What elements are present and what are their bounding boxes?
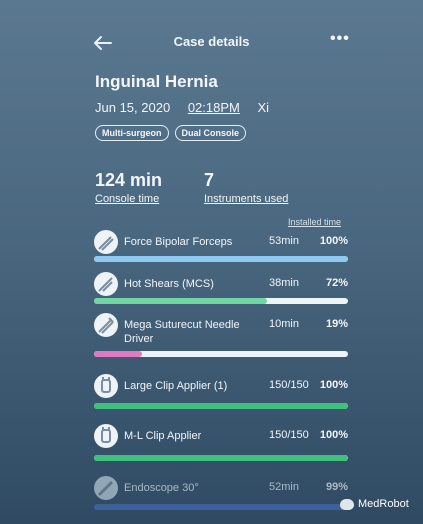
instrument-count: 150/150 — [269, 379, 309, 391]
usage-bar — [94, 351, 348, 357]
instrument-name: Endoscope 30° — [124, 482, 199, 494]
tag-dual-console[interactable]: Dual Console — [174, 125, 247, 141]
console-time-label[interactable]: Console time — [95, 193, 162, 205]
wechat-logo-icon — [340, 498, 354, 510]
usage-bar-fill — [94, 298, 267, 304]
case-time[interactable]: 02:18PM — [188, 100, 240, 115]
forceps-icon — [94, 230, 118, 254]
instrument-count: 150/150 — [269, 429, 309, 441]
usage-bar — [94, 256, 348, 262]
case-tags: Multi-surgeon Dual Console — [95, 125, 247, 141]
usage-bar — [94, 455, 348, 461]
instrument-percent: 19% — [325, 318, 348, 330]
instruments-count: 7 — [204, 170, 215, 190]
usage-bar — [94, 504, 348, 510]
case-meta: Jun 15, 2020 02:18PM Xi — [95, 100, 283, 115]
instruments-label[interactable]: Instruments used — [204, 193, 288, 205]
clip-applier-icon — [94, 424, 118, 448]
usage-bar-fill — [94, 351, 143, 357]
usage-bar-fill — [94, 256, 348, 262]
usage-bar — [94, 403, 348, 409]
shears-icon — [94, 272, 118, 296]
console-time-stat: 124 min Console time — [95, 170, 162, 205]
instrument-name: Mega Suturecut Needle Driver — [124, 319, 240, 345]
instrument-name: M-L Clip Applier — [124, 430, 202, 442]
clip-applier-icon — [94, 374, 118, 398]
usage-bar-fill — [94, 504, 348, 510]
more-options-icon[interactable]: ••• — [330, 30, 350, 48]
instrument-time: 52min — [269, 481, 299, 493]
instrument-name: Large Clip Applier (1) — [124, 380, 228, 392]
instrument-time: 38min — [269, 277, 299, 289]
instrument-percent: 100% — [319, 429, 348, 441]
watermark-text: MedRobot — [358, 498, 409, 510]
installed-time-header[interactable]: Installed time — [288, 217, 341, 227]
case-title: Inguinal Hernia — [95, 72, 218, 91]
instruments-stat: 7 Instruments used — [204, 170, 288, 205]
watermark: MedRobot — [340, 498, 409, 510]
instrument-name: Force Bipolar Forceps — [124, 236, 233, 248]
usage-bar-fill — [94, 455, 348, 461]
instrument-time: 10min — [269, 318, 299, 330]
instrument-percent: 99% — [325, 481, 348, 493]
usage-bar — [94, 298, 348, 304]
usage-bar-fill — [94, 403, 348, 409]
page-title: Case details — [173, 34, 250, 49]
instrument-name: Hot Shears (MCS) — [124, 278, 214, 290]
console-time-value: 124 min — [95, 170, 163, 190]
case-system: Xi — [257, 100, 270, 115]
instrument-percent: 100% — [319, 235, 348, 247]
case-date: Jun 15, 2020 — [95, 100, 171, 115]
endoscope-icon — [94, 476, 118, 500]
needle-driver-icon — [94, 313, 118, 337]
instrument-percent: 72% — [325, 277, 348, 289]
instrument-percent: 100% — [319, 379, 348, 391]
header: Case details ••• — [0, 0, 423, 80]
tag-multi-surgeon[interactable]: Multi-surgeon — [95, 125, 169, 141]
instrument-time: 53min — [269, 235, 299, 247]
